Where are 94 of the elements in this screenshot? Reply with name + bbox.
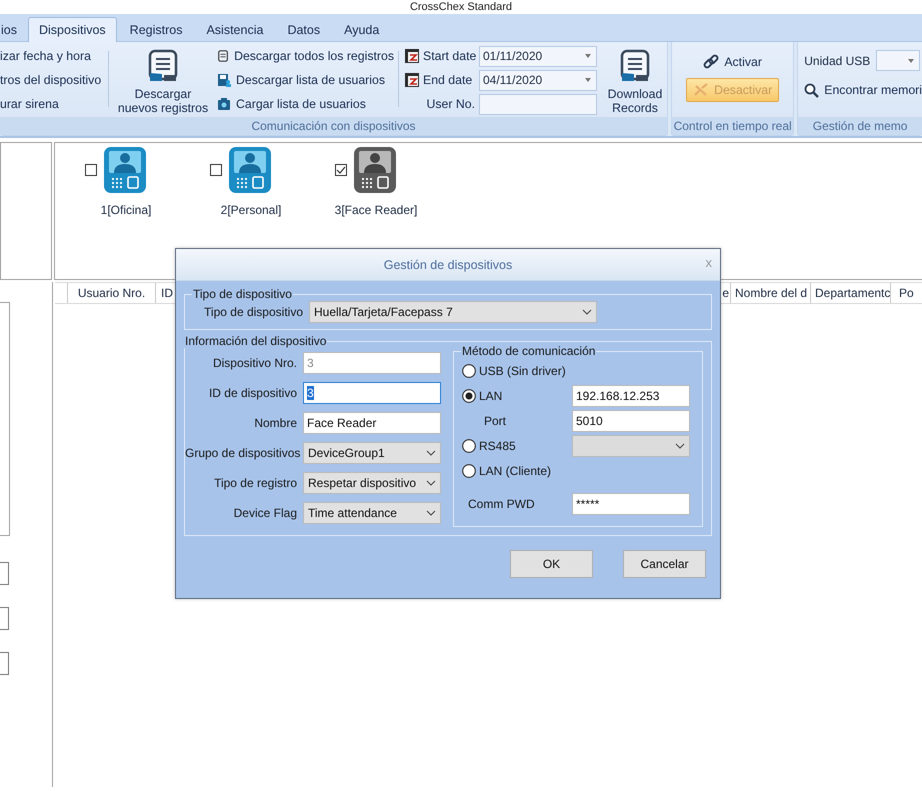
device-label: 3[Face Reader] <box>334 203 418 217</box>
input-field[interactable]: 192.168.12.253 <box>572 384 690 406</box>
field-label: Device Flag <box>232 506 297 520</box>
input-field[interactable]: ***** <box>572 492 690 514</box>
chevron-down-icon <box>582 309 592 315</box>
dialog-button[interactable]: OK <box>510 550 593 578</box>
dialog-button[interactable]: Cancelar <box>623 550 706 578</box>
field-label: User No. <box>425 97 475 111</box>
column-header[interactable]: e <box>722 286 729 300</box>
group-title: Tipo de dispositivo <box>193 287 292 301</box>
column-header[interactable]: Nombre del d <box>735 286 808 300</box>
checkbox[interactable] <box>335 164 347 176</box>
floppy-users-icon <box>217 73 231 87</box>
activate-button[interactable]: Activar <box>703 52 762 72</box>
device-label: 2[Personal] <box>220 203 282 217</box>
column-header[interactable]: Usuario Nro. <box>78 286 146 300</box>
document-icon <box>217 49 230 63</box>
ribbon-button[interactable]: Cargar lista de usuarios <box>217 93 394 115</box>
ribbon-button[interactable]: Encontrar memori <box>804 81 922 99</box>
calendar-icon <box>405 49 419 63</box>
dropdown[interactable]: Huella/Tarjeta/Facepass 7 <box>309 301 597 323</box>
dropdown[interactable]: DeviceGroup1 <box>303 442 441 464</box>
input-field[interactable]: Face Reader <box>303 412 441 434</box>
group-title: Información del dispositivo <box>185 334 326 348</box>
field-label: Comm PWD <box>468 496 535 510</box>
ribbon-tab[interactable]: Datos <box>276 17 332 41</box>
ribbon-button[interactable]: Descargar lista de usuarios <box>217 69 394 91</box>
dropdown-arrow-icon <box>908 58 914 62</box>
radio-icon <box>462 364 476 378</box>
window-title: CrossChex Standard <box>410 1 512 14</box>
dropdown-arrow-icon <box>585 54 591 58</box>
document-icon <box>620 49 650 83</box>
radio-icon <box>462 438 476 452</box>
ribbon-tab[interactable]: Asistencia <box>195 17 274 41</box>
download-new-records-button[interactable]: Descargar nuevos registros <box>113 45 213 117</box>
group-label: Control en tiempo real <box>674 119 792 133</box>
ribbon-button[interactable]: izar fecha y hora <box>0 45 104 67</box>
field-label: ID de dispositivo <box>208 386 297 400</box>
dropdown-arrow-icon <box>585 78 591 82</box>
download-records-button[interactable]: Download Records <box>603 45 667 117</box>
ribbon-tab[interactable]: Dispositivos <box>28 17 117 42</box>
input-field[interactable] <box>479 94 597 114</box>
device-icon[interactable] <box>104 147 146 193</box>
ribbon-tab[interactable]: ios <box>0 17 24 41</box>
device-icon[interactable] <box>354 147 396 193</box>
radio-button[interactable]: USB (Sin driver) <box>462 364 566 378</box>
radio-icon <box>462 464 476 478</box>
upload-users-icon <box>217 97 231 111</box>
field-label: Unidad USB <box>804 54 870 68</box>
group-label: Gestión de memo <box>812 119 908 133</box>
ribbon-button[interactable]: urar sirena <box>0 93 104 115</box>
ribbon-tab[interactable]: Registros <box>118 17 194 41</box>
link-icon <box>703 54 720 70</box>
group-title: Método de comunicación <box>462 344 596 358</box>
field-label: Tipo de registro <box>213 476 297 490</box>
calendar-icon <box>405 73 419 87</box>
column-header[interactable]: Po <box>899 286 914 300</box>
radio-button[interactable]: LAN (Cliente) <box>462 464 552 478</box>
field-label: Start date <box>423 49 475 63</box>
input-field[interactable] <box>0 652 9 675</box>
input-field[interactable]: 3 <box>303 382 441 404</box>
date-field[interactable]: 01/11/2020 <box>479 46 597 66</box>
broken-link-icon <box>693 82 710 98</box>
radio-icon <box>462 388 476 402</box>
chevron-down-icon <box>426 510 436 516</box>
search-icon <box>804 82 820 98</box>
column-header[interactable]: ID <box>161 286 173 300</box>
date-field[interactable]: 04/11/2020 <box>479 70 597 90</box>
ribbon-button[interactable]: Descargar todos los registros <box>217 45 394 67</box>
checkbox[interactable] <box>210 164 222 176</box>
device-icon[interactable] <box>229 147 271 193</box>
input-field[interactable] <box>0 562 9 585</box>
field-label: Tipo de dispositivo <box>203 305 303 319</box>
device-label: 1[Oficina] <box>100 203 152 217</box>
ribbon-button[interactable]: tros del dispositivo <box>0 69 104 91</box>
input-field[interactable] <box>0 607 9 630</box>
input-field[interactable]: 5010 <box>572 410 690 432</box>
checkbox[interactable] <box>85 164 97 176</box>
field-label: Nombre <box>253 416 297 430</box>
group-label: Comunicación con dispositivos <box>251 119 416 133</box>
dialog-title: Gestión de dispositivos <box>384 258 512 272</box>
field-label: Dispositivo Nro. <box>212 356 297 370</box>
field-label: End date <box>423 73 474 87</box>
chevron-down-icon <box>675 442 685 448</box>
chevron-down-icon <box>426 480 436 486</box>
dropdown[interactable]: Respetar dispositivo <box>303 472 441 494</box>
column-header[interactable]: Departamentc <box>815 286 890 300</box>
radio-button[interactable]: LAN <box>462 388 502 402</box>
radio-button[interactable]: RS485 <box>462 438 516 452</box>
dropdown[interactable]: Time attendance <box>303 502 441 524</box>
chevron-down-icon <box>426 450 436 456</box>
document-icon <box>148 49 178 83</box>
field-label: Port <box>483 414 506 428</box>
ribbon-tab[interactable]: Ayuda <box>333 17 390 41</box>
